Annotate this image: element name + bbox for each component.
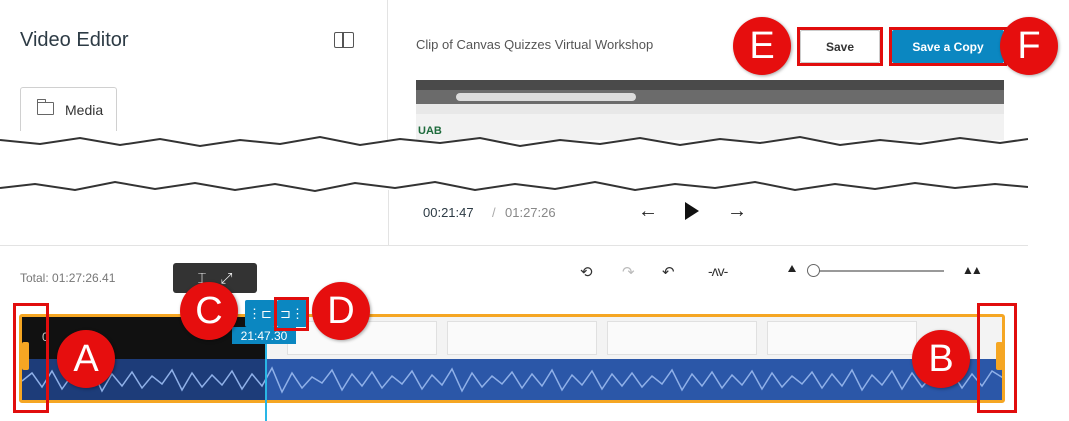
waveform-icon[interactable]: -ᴧᴠ- xyxy=(708,263,728,279)
callout-a: A xyxy=(57,330,115,388)
clip-title: Clip of Canvas Quizzes Virtual Workshop xyxy=(416,37,654,52)
zoom-out-icon[interactable] xyxy=(788,265,796,272)
panel-divider xyxy=(388,190,389,245)
page-title: Video Editor xyxy=(20,29,129,51)
thumbnail-strip xyxy=(267,317,1002,359)
play-icon[interactable] xyxy=(685,202,699,220)
torn-edge-bottom xyxy=(0,180,1028,198)
callout-e: E xyxy=(733,17,791,75)
callout-b: B xyxy=(912,330,970,388)
layout-toggle-icon[interactable] xyxy=(334,32,354,48)
expand-icon[interactable]: ⤢ xyxy=(221,270,233,287)
thumbnail-frame xyxy=(447,321,597,355)
time-separator: / xyxy=(492,205,496,220)
callout-d: D xyxy=(312,282,370,340)
zoom-in-icon[interactable]: ▲▲ xyxy=(962,263,983,277)
preview-browser-bookmarks xyxy=(416,104,1004,114)
toolbar-divider xyxy=(0,245,1028,246)
set-in-point-button[interactable]: ⋮⊏ xyxy=(245,300,275,327)
current-time: 00:21:47 xyxy=(423,205,474,220)
save-copy-highlight-box xyxy=(889,27,1007,66)
left-arrow-icon[interactable]: ← xyxy=(638,200,658,223)
save-highlight-box xyxy=(797,27,883,66)
end-handle-highlight-box xyxy=(977,303,1017,413)
undo-icon[interactable]: ↶ xyxy=(662,263,675,281)
waveform-peaks xyxy=(22,366,1002,394)
thumbnail-frame xyxy=(767,321,917,355)
right-arrow-icon[interactable]: → xyxy=(727,200,747,223)
start-handle-highlight-box xyxy=(13,303,49,413)
callout-f: F xyxy=(1000,17,1058,75)
tab-media-label: Media xyxy=(65,102,104,118)
torn-edge-top xyxy=(0,135,1028,158)
video-editor-screenshot: Video Editor Media Clip of Canvas Quizze… xyxy=(0,0,1069,421)
preview-browser-url xyxy=(456,93,636,101)
history-icon[interactable]: ⟲ xyxy=(580,263,593,281)
total-time: 01:27:26 xyxy=(505,205,556,220)
callout-c: C xyxy=(180,282,238,340)
folder-icon xyxy=(36,99,54,115)
total-duration-label: Total: 01:27:26.41 xyxy=(20,271,116,285)
out-point-highlight-box xyxy=(274,297,309,331)
timeline-track[interactable]: 0 xyxy=(19,314,1005,403)
preview-browser-tabs xyxy=(416,80,1004,90)
thumbnail-frame xyxy=(607,321,757,355)
zoom-slider[interactable] xyxy=(810,270,944,272)
redo-icon[interactable]: ↷ xyxy=(622,263,635,281)
zoom-slider-handle[interactable] xyxy=(807,264,820,277)
